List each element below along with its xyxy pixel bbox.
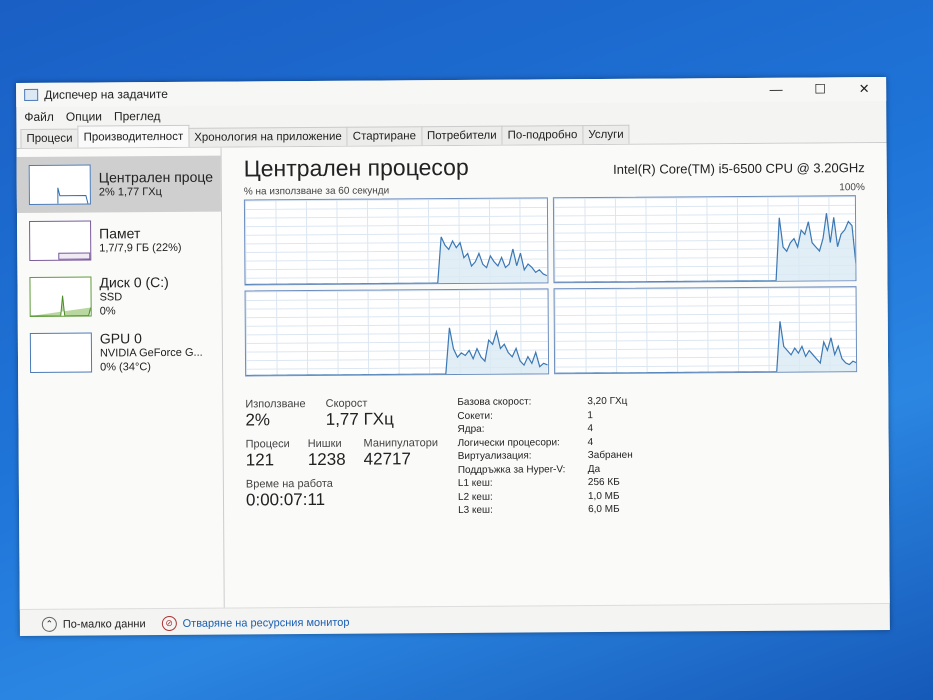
sidebar-value: SSD [99, 291, 123, 304]
sidebar-item-gpu[interactable]: GPU 0 NVIDIA GeForce G... 0% (34°C) [18, 324, 222, 381]
chevron-up-icon[interactable]: ⌃ [41, 616, 57, 632]
detail-value: 6,0 МБ [588, 504, 620, 516]
sidebar-value: 1,7/7,9 ГБ (22%) [99, 241, 182, 255]
sidebar-value: 0% (34°C) [100, 361, 151, 374]
sidebar-item-cpu[interactable]: Централен проце 2% 1,77 ГХц [16, 155, 221, 214]
graph-max-label: 100% [839, 182, 865, 194]
menu-options[interactable]: Опции [66, 109, 102, 123]
detail-value: 4 [587, 436, 594, 448]
uptime-value: 0:00:07:11 [245, 489, 326, 510]
cpu-details-list: Базова скорост: 3,20 ГХц Сокети: 1 Ядра: 4 Лог… [457, 396, 633, 517]
tab-details[interactable]: По-подробно [501, 125, 584, 145]
detail-value: Забранен [587, 449, 633, 462]
resource-monitor-icon: ⊘ [161, 615, 177, 632]
sidebar-label: Диск 0 (C:) [99, 273, 169, 291]
minimize-button[interactable]: — [754, 82, 798, 98]
fewer-details-link[interactable]: По-малко данни [63, 618, 146, 631]
sidebar-item-memory[interactable]: Памет 1,7/7,9 ГБ (22%) [17, 212, 221, 269]
resource-sidebar: Централен проце 2% 1,77 ГХц Памет 1,7/7,9 … [16, 147, 225, 610]
sidebar-label: Памет [99, 225, 141, 242]
cpu-core-graph [244, 288, 549, 377]
cpu-usage-area [554, 321, 857, 374]
open-resource-monitor-link[interactable]: Отваряне на ресурсния монитор [183, 616, 350, 629]
menu-file[interactable]: Файл [24, 110, 54, 124]
cpu-core-graph [553, 286, 858, 375]
processes-label: Процеси [245, 438, 290, 451]
detail-label: Поддръжка за Hyper-V: [457, 463, 566, 476]
tab-users[interactable]: Потребители [420, 125, 503, 146]
tab-services[interactable]: Услуги [582, 124, 630, 145]
menu-view[interactable]: Преглед [114, 109, 161, 123]
cpu-detail-pane: Централен процесор Intel(R) Core(TM) i5-… [222, 143, 890, 608]
detail-value: 256 КБ [587, 477, 620, 489]
sidebar-label: GPU 0 [99, 330, 142, 347]
cpu-model: Intel(R) Core(TM) i5-6500 CPU @ 3.20GHz [613, 160, 865, 177]
cpu-usage-area [553, 213, 856, 283]
tab-startup[interactable]: Стартиране [346, 126, 423, 146]
task-manager-window: Диспечер на задачите — ☐ ✕ Файл Опции Пр… [16, 76, 890, 640]
detail-label: L1 кеш: [457, 478, 493, 490]
speed-label: Скорост [325, 397, 368, 410]
speed-value: 1,77 ГХц [325, 409, 394, 429]
footer: ⌃ По-малко данни ⊘ Отваряне на ресурсния… [19, 602, 890, 640]
close-button[interactable]: ✕ [842, 81, 886, 97]
cpu-graphs [243, 195, 858, 377]
disk-thumbnail-graph [29, 276, 92, 317]
cpu-core-graph [243, 197, 548, 286]
processes-value: 121 [245, 450, 275, 470]
detail-value: 4 [587, 423, 594, 435]
tab-app-history[interactable]: Хронология на приложение [188, 126, 348, 147]
tab-performance[interactable]: Производителност [77, 124, 190, 148]
usage-value: 2% [245, 410, 271, 430]
cpu-usage-area [245, 236, 547, 285]
tab-processes[interactable]: Процеси [20, 128, 79, 149]
task-manager-icon [24, 88, 39, 101]
cpu-thumbnail-graph [28, 164, 91, 205]
handles-value: 42717 [363, 449, 411, 469]
sidebar-value: 0% [99, 305, 116, 318]
detail-label: Ядра: [457, 423, 485, 436]
handles-label: Манипулатори [363, 437, 439, 450]
gpu-thumbnail-graph [29, 332, 93, 373]
detail-value: 1,0 МБ [587, 490, 620, 502]
cpu-core-graph [552, 195, 857, 284]
threads-label: Нишки [307, 437, 342, 451]
graph-label: % на използване за 60 секунди [243, 185, 390, 198]
sidebar-item-disk[interactable]: Диск 0 (C:) SSD 0% [17, 268, 221, 325]
sidebar-value: 2% 1,77 ГХц [98, 186, 162, 199]
cpu-usage-area [246, 327, 548, 376]
detail-label: Сокети: [457, 410, 493, 422]
detail-value: 1 [587, 409, 594, 421]
memory-thumbnail-graph [29, 220, 92, 261]
detail-value: Да [587, 463, 601, 475]
detail-label: L3 кеш: [458, 505, 493, 517]
detail-label: Логически процесори: [457, 436, 560, 449]
sidebar-value: NVIDIA GeForce G... [99, 346, 203, 360]
detail-label: Базова скорост: [457, 396, 532, 408]
detail-value: 3,20 ГХц [587, 395, 628, 408]
detail-label: Виртуализация: [457, 450, 532, 463]
page-title: Централен процесор [243, 153, 469, 182]
usage-label: Използване [245, 398, 306, 411]
sidebar-label: Централен проце [98, 168, 214, 186]
detail-label: L2 кеш: [457, 491, 493, 503]
threads-value: 1238 [307, 449, 346, 470]
window-title: Диспечер на задачите [44, 86, 168, 102]
maximize-button[interactable]: ☐ [798, 81, 842, 97]
